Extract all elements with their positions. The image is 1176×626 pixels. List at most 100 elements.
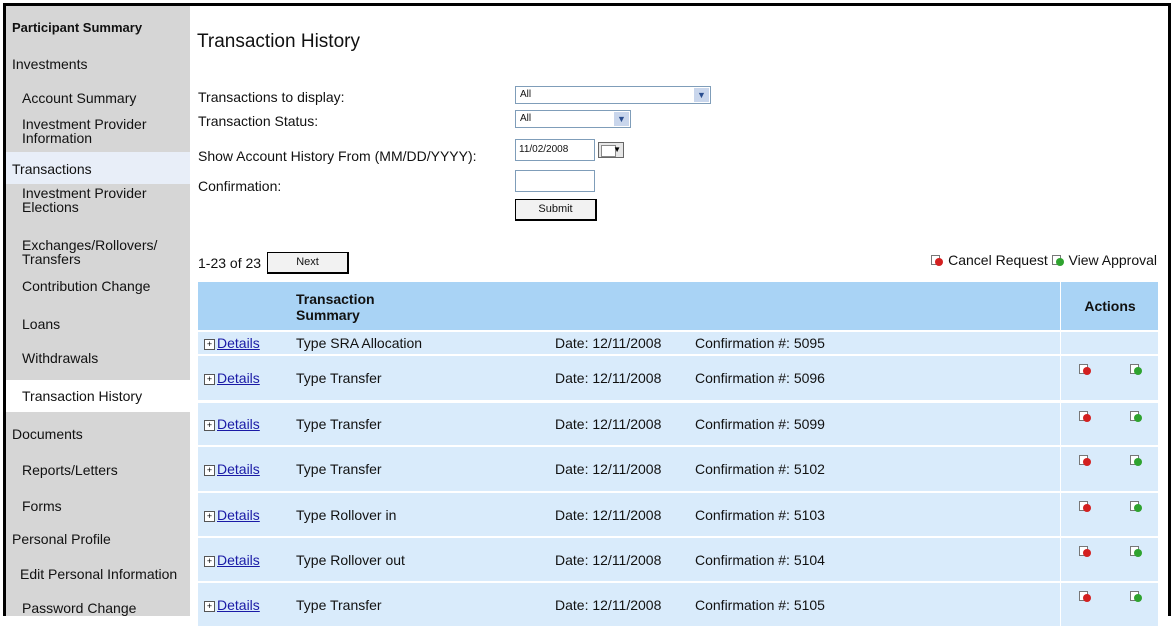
expand-plus-icon[interactable]: + (204, 465, 215, 476)
sidebar-item-investment-provider-info[interactable]: Investment Provider Information (6, 117, 190, 145)
transaction-type: Type SRA Allocation (296, 335, 423, 351)
chevron-down-icon: ▼ (614, 112, 629, 126)
view-approval-legend-label: View Approval (1068, 252, 1157, 268)
next-button[interactable]: Next (267, 252, 349, 274)
confirmation-input[interactable] (515, 170, 595, 192)
sidebar-item-investment-provider-elections[interactable]: Investment Provider Elections (6, 186, 190, 214)
details-link[interactable]: Details (217, 335, 260, 351)
actions-cell (1060, 356, 1159, 400)
sidebar-item-reports-letters[interactable]: Reports/Letters (6, 462, 190, 478)
transaction-date: Date: 12/11/2008 (555, 416, 662, 432)
pager: 1-23 of 23 (198, 255, 261, 271)
history-from-date-input[interactable]: 11/02/2008 (515, 139, 595, 161)
view-approval-icon[interactable] (1130, 590, 1143, 602)
sidebar-section-documents[interactable]: Documents (6, 426, 190, 442)
cancel-request-icon[interactable] (1079, 454, 1092, 466)
expand-plus-icon[interactable]: + (204, 601, 215, 612)
sidebar-item-forms[interactable]: Forms (6, 498, 190, 514)
confirmation-number: Confirmation #: 5104 (695, 552, 825, 568)
table-row: + Details Type Transfer Date: 12/11/2008 Con… (198, 447, 1158, 491)
expand-plus-icon[interactable]: + (204, 511, 215, 522)
details-cell: + Details (204, 597, 260, 613)
cancel-request-icon[interactable] (1079, 410, 1092, 422)
sidebar-item-edit-personal-info[interactable]: Edit Personal Information (6, 566, 190, 582)
sidebar-item-password-change[interactable]: Password Change (6, 600, 190, 616)
confirmation-number: Confirmation #: 5095 (695, 335, 825, 351)
expand-plus-icon[interactable]: + (204, 420, 215, 431)
details-link[interactable]: Details (217, 597, 260, 613)
transaction-status-value: All (520, 113, 532, 124)
details-cell: + Details (204, 335, 260, 351)
sidebar-section-investments[interactable]: Investments (6, 56, 190, 72)
confirmation-label: Confirmation: (198, 178, 282, 194)
details-link[interactable]: Details (217, 507, 260, 523)
details-cell: + Details (204, 461, 260, 477)
actions-cell (1060, 447, 1159, 491)
sidebar-section-transactions[interactable]: Transactions (6, 152, 190, 184)
confirmation-number: Confirmation #: 5096 (695, 370, 825, 386)
sidebar-nav: Participant Summary Investments Account … (6, 6, 190, 616)
table-row: + Details Type Rollover in Date: 12/11/2008… (198, 493, 1158, 536)
transaction-type: Type Transfer (296, 597, 382, 613)
cancel-request-icon[interactable] (1079, 363, 1092, 375)
view-approval-icon[interactable] (1130, 500, 1143, 512)
details-link[interactable]: Details (217, 416, 260, 432)
actions-header: Actions (1060, 282, 1159, 330)
transactions-display-select[interactable]: All ▼ (515, 86, 711, 104)
action-legend: Cancel Request View Approval (931, 252, 1157, 268)
table-header: Transaction Summary Actions (198, 282, 1158, 330)
transaction-type: Type Transfer (296, 461, 382, 477)
transaction-date: Date: 12/11/2008 (555, 552, 662, 568)
details-link[interactable]: Details (217, 370, 260, 386)
sidebar-section-personal-profile[interactable]: Personal Profile (6, 531, 190, 547)
details-link[interactable]: Details (217, 461, 260, 477)
actions-cell (1060, 403, 1159, 445)
sidebar-item-exchanges-rollovers[interactable]: Exchanges/Rollovers/ Transfers (6, 238, 190, 266)
transaction-summary-header: Transaction Summary (296, 291, 375, 323)
cancel-request-icon[interactable] (1079, 500, 1092, 512)
sidebar-item-transaction-history[interactable]: Transaction History (6, 380, 190, 412)
page-title: Transaction History (197, 31, 360, 52)
table-row: + Details Type Transfer Date: 12/11/2008 Con… (198, 356, 1158, 400)
cancel-request-icon (931, 254, 944, 266)
submit-button[interactable]: Submit (515, 199, 597, 221)
cancel-request-legend-label: Cancel Request (948, 252, 1048, 268)
view-approval-icon[interactable] (1130, 363, 1143, 375)
view-approval-icon (1051, 254, 1065, 266)
calendar-icon[interactable]: ▼ (598, 142, 624, 158)
transaction-date: Date: 12/11/2008 (555, 507, 662, 523)
confirmation-number: Confirmation #: 5105 (695, 597, 825, 613)
details-cell: + Details (204, 416, 260, 432)
expand-plus-icon[interactable]: + (204, 556, 215, 567)
confirmation-number: Confirmation #: 5103 (695, 507, 825, 523)
transaction-type: Type Rollover in (296, 507, 397, 523)
sidebar-item-participant-summary[interactable]: Participant Summary (6, 20, 190, 36)
transaction-type: Type Transfer (296, 416, 382, 432)
transaction-date: Date: 12/11/2008 (555, 335, 662, 351)
sidebar-item-loans[interactable]: Loans (6, 316, 190, 332)
actions-cell (1060, 332, 1159, 354)
view-approval-icon[interactable] (1130, 454, 1143, 466)
sidebar-item-contribution-change[interactable]: Contribution Change (6, 278, 190, 294)
expand-plus-icon[interactable]: + (204, 374, 215, 385)
main-content: Transaction History Transactions to disp… (190, 6, 1168, 626)
details-link[interactable]: Details (217, 552, 260, 568)
transactions-display-label: Transactions to display: (198, 89, 345, 105)
sidebar-item-withdrawals[interactable]: Withdrawals (6, 350, 190, 366)
details-cell: + Details (204, 370, 260, 386)
view-approval-icon[interactable] (1130, 410, 1143, 422)
table-row: + Details Type Rollover out Date: 12/11/200… (198, 538, 1158, 581)
cancel-request-icon[interactable] (1079, 545, 1092, 557)
transaction-status-select[interactable]: All ▼ (515, 110, 631, 128)
actions-cell (1060, 493, 1159, 536)
expand-plus-icon[interactable]: + (204, 339, 215, 350)
table-row: + Details Type SRA Allocation Date: 12/11/2… (198, 332, 1158, 354)
transactions-display-value: All (520, 89, 532, 100)
view-approval-icon[interactable] (1130, 545, 1143, 557)
cancel-request-icon[interactable] (1079, 590, 1092, 602)
sidebar-item-account-summary[interactable]: Account Summary (6, 90, 190, 106)
table-row: + Details Type Transfer Date: 12/11/2008 Con… (198, 583, 1158, 626)
chevron-down-icon: ▼ (694, 88, 709, 102)
confirmation-number: Confirmation #: 5102 (695, 461, 825, 477)
details-cell: + Details (204, 507, 260, 523)
